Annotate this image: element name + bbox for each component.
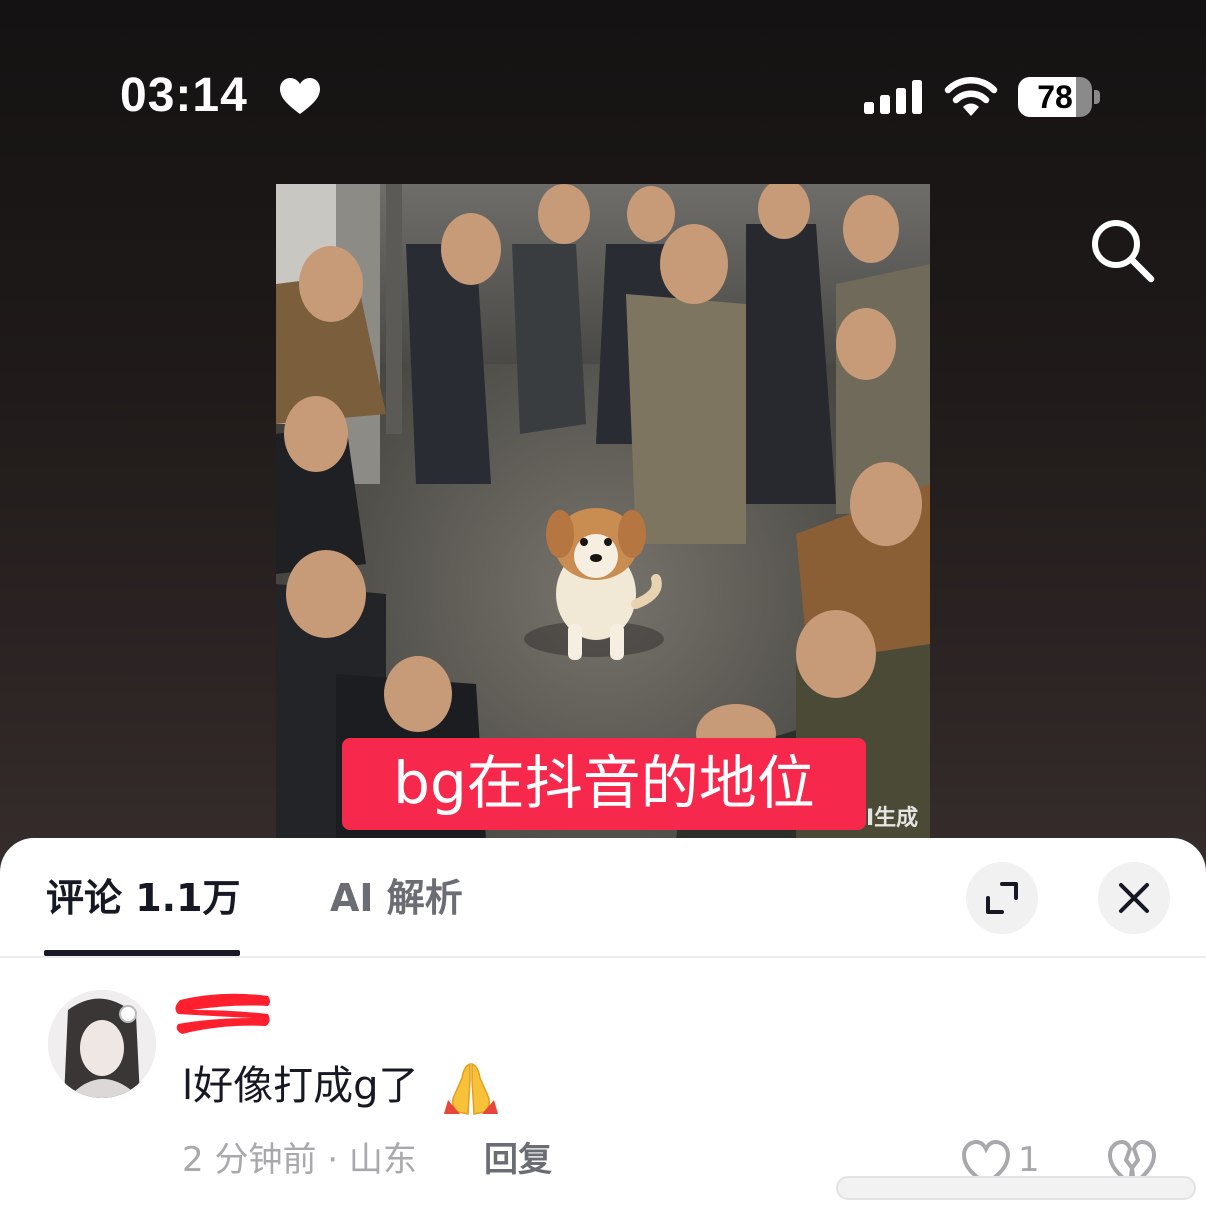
status-time: 03:14 — [120, 69, 248, 122]
comment-sheet: 评论 1.1万 AI 解析 l好像打成g了 2 分钟前 · 山东 回复 1 — [0, 838, 1206, 1216]
close-icon — [1119, 883, 1149, 913]
battery-icon: 78 — [1018, 77, 1092, 117]
cellular-signal-icon — [864, 80, 922, 114]
folded-hands-emoji-icon — [444, 1062, 498, 1115]
comment-text: l好像打成g了 — [182, 1063, 419, 1109]
heart-icon — [280, 78, 320, 114]
battery-cap — [1094, 90, 1100, 104]
username-redaction — [175, 993, 270, 1034]
ai-generated-watermark: I生成 — [866, 806, 919, 831]
search-icon[interactable] — [1088, 216, 1156, 284]
close-button[interactable] — [1098, 862, 1170, 934]
reply-button[interactable]: 回复 — [484, 1138, 552, 1182]
wifi-icon — [944, 77, 998, 116]
avatar[interactable] — [48, 990, 156, 1098]
video-caption-overlay: bg在抖音的地位 — [342, 738, 866, 830]
tab-comments[interactable]: 评论 1.1万 — [46, 876, 241, 920]
avatar-image — [48, 990, 156, 1098]
home-indicator — [836, 1176, 1196, 1200]
comment-timestamp-location: 2 分钟前 · 山东 — [182, 1140, 417, 1180]
battery-level: 78 — [1037, 79, 1073, 115]
expand-icon — [986, 882, 1018, 914]
tab-ai-analysis[interactable]: AI 解析 — [330, 876, 463, 920]
expand-button[interactable] — [966, 862, 1038, 934]
sheet-divider — [0, 956, 1206, 958]
